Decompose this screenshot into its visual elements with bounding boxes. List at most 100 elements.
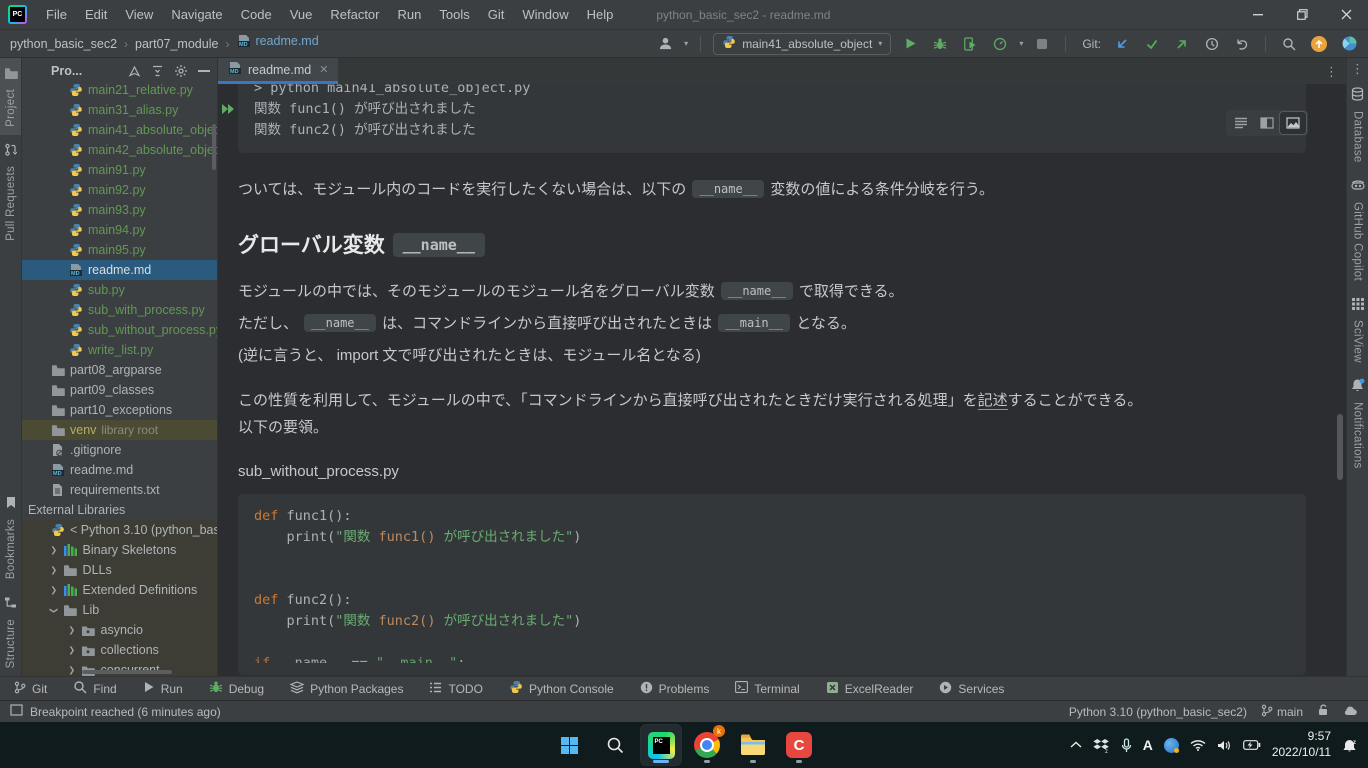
coverage-button[interactable] (959, 33, 981, 55)
drive-sphere-icon[interactable] (1164, 738, 1179, 753)
profiler-button[interactable] (989, 33, 1011, 55)
tree-item[interactable]: MDreadme.md (22, 460, 217, 480)
taskbar-search-button[interactable] (595, 725, 635, 765)
chevron-right-icon[interactable]: ❯ (50, 545, 57, 555)
run-config-selector[interactable]: main41_absolute_object ▾ (713, 33, 891, 55)
tree-item[interactable]: .gitignore (22, 440, 217, 460)
git-rollback-button[interactable] (1231, 33, 1253, 55)
tree-item[interactable]: venvlibrary root (22, 420, 217, 440)
menu-run[interactable]: Run (389, 4, 431, 25)
sidebar-tab-project[interactable]: Project (0, 58, 21, 135)
git-commit-button[interactable] (1141, 33, 1163, 55)
tree-scrollbar-thumb[interactable] (212, 124, 216, 170)
taskbar-clock[interactable]: 9:57 2022/10/11 (1272, 729, 1331, 760)
tree-item[interactable]: main31_alias.py (22, 100, 217, 120)
select-opened-file-icon[interactable] (127, 65, 142, 77)
tree-item[interactable]: sub_with_process.py (22, 300, 217, 320)
tree-hscrollbar-thumb[interactable] (82, 670, 172, 674)
microphone-icon[interactable] (1121, 738, 1132, 753)
git-history-button[interactable] (1201, 33, 1223, 55)
toolwindow-excelreader[interactable]: ExcelReader (826, 681, 914, 697)
chevron-right-icon[interactable]: ❯ (68, 645, 75, 655)
tree-item[interactable]: ❯DLLs (22, 560, 217, 580)
sidebar-tab-structure[interactable]: Structure (4, 588, 17, 676)
menu-git[interactable]: Git (479, 4, 514, 25)
git-update-button[interactable] (1111, 33, 1133, 55)
search-everywhere-button[interactable] (1278, 33, 1300, 55)
run-all-icon[interactable] (220, 102, 236, 120)
toolwindow-find[interactable]: Find (73, 680, 116, 697)
debug-button[interactable] (929, 33, 951, 55)
close-icon[interactable] (1324, 0, 1368, 29)
tree-item[interactable]: < Python 3.10 (python_basic_s (22, 520, 217, 540)
tree-item[interactable]: ❯Lib (22, 600, 217, 620)
chevron-right-icon[interactable]: ❯ (50, 585, 57, 595)
start-button[interactable] (549, 725, 589, 765)
editor-only-icon[interactable] (1228, 112, 1254, 134)
sidebar-tab-notifications[interactable]: Notifications (1351, 370, 1365, 477)
tree-item[interactable]: main21_relative.py (22, 80, 217, 100)
tree-item[interactable]: main42_absolute_object_w (22, 140, 217, 160)
tree-item[interactable]: write_list.py (22, 340, 217, 360)
sidebar-tab-bookmarks[interactable]: Bookmarks (5, 488, 17, 587)
focus-bell-icon[interactable]: z (1342, 738, 1358, 753)
menu-refactor[interactable]: Refactor (321, 4, 388, 25)
taskbar-camtasia-button[interactable]: C (779, 725, 819, 765)
menu-file[interactable]: File (37, 4, 76, 25)
tree-item[interactable]: main94.py (22, 220, 217, 240)
unlock-icon[interactable] (1317, 704, 1329, 719)
ide-update-icon[interactable] (1308, 33, 1330, 55)
git-push-button[interactable] (1171, 33, 1193, 55)
run-button[interactable] (899, 33, 921, 55)
settings-gear-icon[interactable] (173, 64, 188, 78)
tree-item[interactable]: sub.py (22, 280, 217, 300)
tree-item[interactable]: sub_without_process.py (22, 320, 217, 340)
tree-item[interactable]: main41_absolute_object.py (22, 120, 217, 140)
toolwindow-run[interactable]: Run (143, 681, 183, 696)
tree-item[interactable]: ❯Extended Definitions (22, 580, 217, 600)
toolwindow-problems[interactable]: Problems (640, 681, 710, 697)
taskbar-chrome-button[interactable]: k (687, 725, 727, 765)
tree-item[interactable]: part08_argparse (22, 360, 217, 380)
toolwindow-debug[interactable]: Debug (209, 680, 264, 697)
ime-mode-indicator[interactable]: A (1143, 737, 1153, 753)
preview-only-icon[interactable] (1280, 112, 1306, 134)
toolwindow-terminal[interactable]: Terminal (735, 681, 799, 696)
chevron-right-icon[interactable]: ❯ (49, 607, 59, 614)
sidebar-tab-sciview[interactable]: SciView (1352, 289, 1364, 371)
hide-panel-icon[interactable] (196, 69, 211, 73)
toolwindow-todo[interactable]: TODO (429, 682, 482, 696)
breadcrumb-item[interactable]: python_basic_sec2 (10, 37, 117, 51)
menu-code[interactable]: Code (232, 4, 281, 25)
close-icon[interactable]: ✕ (319, 63, 328, 76)
cloud-sync-icon[interactable] (1343, 705, 1358, 719)
tree-item[interactable]: main93.py (22, 200, 217, 220)
menu-vue[interactable]: Vue (281, 4, 322, 25)
menu-view[interactable]: View (116, 4, 162, 25)
wifi-icon[interactable] (1190, 739, 1206, 751)
chevron-right-icon[interactable]: ❯ (68, 665, 75, 675)
menu-help[interactable]: Help (578, 4, 623, 25)
status-message[interactable]: Breakpoint reached (6 minutes ago) (10, 704, 221, 719)
tray-chevron-icon[interactable] (1070, 741, 1082, 749)
user-icon[interactable] (654, 33, 676, 55)
plugin-sphere-icon[interactable] (1338, 33, 1360, 55)
tree-item[interactable]: requirements.txt (22, 480, 217, 500)
tree-item[interactable]: ❯asyncio (22, 620, 217, 640)
sidebar-tab-pull-requests[interactable]: Pull Requests (4, 135, 17, 249)
dropbox-icon[interactable]: z (1093, 738, 1110, 753)
menu-tools[interactable]: Tools (430, 4, 478, 25)
tree-item[interactable]: ❯collections (22, 640, 217, 660)
tree-item[interactable]: main95.py (22, 240, 217, 260)
minimize-icon[interactable] (1236, 0, 1280, 29)
breadcrumb-item[interactable]: part07_module (135, 37, 218, 51)
menu-navigate[interactable]: Navigate (162, 4, 231, 25)
tree-item[interactable]: External Libraries (22, 500, 217, 520)
tree-item[interactable]: part09_classes (22, 380, 217, 400)
interpreter-widget[interactable]: Python 3.10 (python_basic_sec2) (1069, 705, 1247, 719)
tree-item[interactable]: MDreadme.md (22, 260, 217, 280)
volume-icon[interactable] (1217, 739, 1232, 752)
maximize-icon[interactable] (1280, 0, 1324, 29)
chevron-right-icon[interactable]: ❯ (50, 565, 57, 575)
menu-edit[interactable]: Edit (76, 4, 116, 25)
